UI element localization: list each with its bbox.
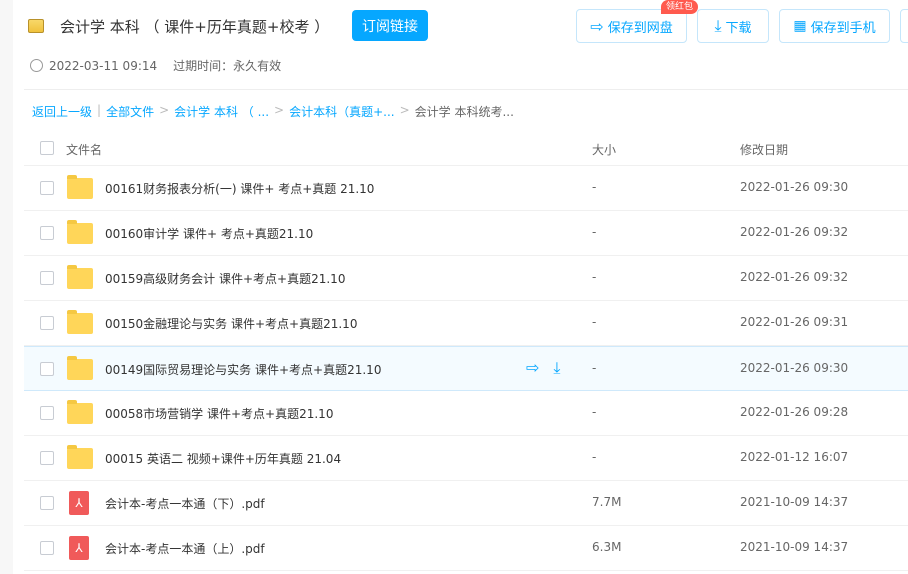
col-name[interactable]: 文件名 bbox=[66, 141, 102, 158]
row-checkbox[interactable] bbox=[40, 406, 54, 420]
row-checkbox[interactable] bbox=[40, 271, 54, 285]
table-row[interactable]: 00149国际贸易理论与实务 课件+考点+真题21.10 ⇨ ⤓ -2022-01-2… bbox=[24, 346, 908, 391]
qr-icon: ▦ bbox=[793, 18, 807, 34]
sep: | bbox=[97, 103, 102, 117]
expire-text: 过期时间：永久有效 bbox=[173, 59, 282, 73]
folder-icon bbox=[67, 220, 93, 244]
file-size: - bbox=[592, 405, 597, 419]
share-time: 2022-03-11 09:14 bbox=[49, 58, 158, 73]
col-date[interactable]: 修改日期 bbox=[740, 141, 788, 158]
back-link[interactable]: 返回上一级 bbox=[32, 103, 92, 120]
file-name[interactable]: 会计本-考点一本通（上）.pdf bbox=[105, 540, 265, 557]
folder-icon bbox=[67, 265, 93, 289]
red-packet-badge: 领红包 bbox=[661, 0, 699, 14]
table-row[interactable]: 00161财务报表分析(一) 课件+ 考点+真题 21.10 - 2022-01-2… bbox=[24, 166, 908, 211]
file-name[interactable]: 00160审计学 课件+ 考点+真题21.10 bbox=[105, 225, 313, 242]
folder-icon bbox=[67, 310, 93, 334]
file-size: - bbox=[592, 361, 597, 375]
file-name[interactable]: 00159高级财务会计 课件+考点+真题21.10 bbox=[105, 270, 345, 287]
file-date: 2022-01-12 16:07 bbox=[740, 450, 849, 464]
file-date: 2022-01-26 09:30 bbox=[740, 180, 849, 194]
file-name[interactable]: 会计本-考点一本通（下）.pdf bbox=[105, 495, 265, 512]
sep: > bbox=[159, 103, 170, 117]
left-gutter bbox=[0, 0, 13, 574]
file-name[interactable]: 00161财务报表分析(一) 课件+ 考点+真题 21.10 bbox=[105, 180, 374, 197]
select-all-checkbox[interactable] bbox=[40, 141, 54, 155]
file-size: - bbox=[592, 315, 597, 329]
file-name[interactable]: 00150金融理论与实务 课件+考点+真题21.10 bbox=[105, 315, 357, 332]
file-name[interactable]: 00149国际贸易理论与实务 课件+考点+真题21.10 bbox=[105, 361, 381, 378]
folder-icon bbox=[67, 356, 93, 380]
label: 保存到网盘 bbox=[607, 20, 673, 36]
file-date: 2022-01-26 09:30 bbox=[740, 361, 849, 375]
folder-icon bbox=[67, 445, 93, 469]
file-size: - bbox=[592, 225, 597, 239]
breadcrumb: 返回上一级 | 全部文件 > 会计学 本科 （ ... > 会计本科（真题+... > … bbox=[32, 103, 514, 120]
table-row[interactable]: 00160审计学 课件+ 考点+真题21.10 - 2022-01-26 09:32 bbox=[24, 211, 908, 256]
table-row[interactable]: ⅄ 会计本-考点一本通（上）.pdf 6.3M 2021-10-09 14:37 bbox=[24, 526, 908, 571]
download-button[interactable]: ⤓ 下载 bbox=[697, 9, 769, 43]
file-date: 2022-01-26 09:32 bbox=[740, 225, 849, 239]
share-meta: 2022-03-11 09:14 过期时间：永久有效 bbox=[30, 57, 281, 74]
label: 保存到手机 bbox=[810, 20, 876, 36]
download-icon: ⤓ bbox=[714, 16, 722, 35]
table-row[interactable]: 00058市场营销学 课件+考点+真题21.10 - 2022-01-26 09:2… bbox=[24, 391, 908, 436]
row-actions: ⇨ ⤓ bbox=[526, 358, 560, 378]
table-row[interactable]: 00015 英语二 视频+课件+历年真题 21.04 - 2022-01-12 16… bbox=[24, 436, 908, 481]
more-button[interactable] bbox=[900, 9, 908, 43]
row-checkbox[interactable] bbox=[40, 181, 54, 195]
row-checkbox[interactable] bbox=[40, 496, 54, 510]
save-to-phone-button[interactable]: ▦ 保存到手机 bbox=[779, 9, 890, 43]
save-icon[interactable]: ⇨ bbox=[526, 358, 539, 378]
label: 下载 bbox=[725, 20, 752, 36]
file-name[interactable]: 00015 英语二 视频+课件+历年真题 21.04 bbox=[105, 450, 341, 467]
file-size: - bbox=[592, 270, 597, 284]
table-row[interactable]: 00159高级财务会计 课件+考点+真题21.10 - 2022-01-26 09:… bbox=[24, 256, 908, 301]
file-size: - bbox=[592, 450, 597, 464]
file-name[interactable]: 00058市场营销学 课件+考点+真题21.10 bbox=[105, 405, 333, 422]
file-size: - bbox=[592, 180, 597, 194]
page-title: 会计学 本科 （ 课件+历年真题+校考 ） bbox=[60, 17, 330, 36]
subscribe-button[interactable]: 订阅链接 bbox=[352, 10, 428, 41]
file-date: 2022-01-26 09:32 bbox=[740, 270, 849, 284]
file-date: 2022-01-26 09:31 bbox=[740, 315, 849, 329]
folder-icon bbox=[67, 175, 93, 199]
folder-icon bbox=[28, 19, 44, 33]
crumb-link[interactable]: 会计学 本科 （ ... bbox=[174, 103, 269, 120]
row-checkbox[interactable] bbox=[40, 451, 54, 465]
sep: > bbox=[399, 103, 410, 117]
row-checkbox[interactable] bbox=[40, 226, 54, 240]
all-files-link[interactable]: 全部文件 bbox=[106, 103, 154, 120]
save-to-pan-button[interactable]: ⇨ 保存到网盘 bbox=[576, 9, 687, 43]
table-row[interactable]: ⅄ 会计本-考点一本通（下）.pdf 7.7M 2021-10-09 14:37 bbox=[24, 481, 908, 526]
share-title: 会计学 本科 （ 课件+历年真题+校考 ） bbox=[28, 10, 329, 42]
folder-icon bbox=[67, 400, 93, 424]
clock-icon bbox=[30, 59, 43, 72]
file-date: 2021-10-09 14:37 bbox=[740, 540, 849, 554]
col-size[interactable]: 大小 bbox=[592, 141, 616, 158]
file-size: 6.3M bbox=[592, 540, 622, 554]
file-date: 2021-10-09 14:37 bbox=[740, 495, 849, 509]
pdf-icon: ⅄ bbox=[69, 536, 89, 560]
pdf-icon: ⅄ bbox=[69, 491, 89, 515]
crumb-current: 会计学 本科统考... bbox=[414, 105, 514, 119]
crumb-link[interactable]: 会计本科（真题+... bbox=[289, 103, 395, 120]
file-size: 7.7M bbox=[592, 495, 622, 509]
row-checkbox[interactable] bbox=[40, 362, 54, 376]
download-icon[interactable]: ⤓ bbox=[553, 358, 560, 378]
sep: > bbox=[274, 103, 285, 117]
row-checkbox[interactable] bbox=[40, 541, 54, 555]
save-icon: ⇨ bbox=[590, 16, 604, 36]
table-header: 文件名 大小 修改日期 bbox=[24, 130, 908, 166]
divider bbox=[24, 89, 908, 90]
row-checkbox[interactable] bbox=[40, 316, 54, 330]
file-date: 2022-01-26 09:28 bbox=[740, 405, 849, 419]
table-row[interactable]: 00150金融理论与实务 课件+考点+真题21.10 - 2022-01-26 09… bbox=[24, 301, 908, 346]
